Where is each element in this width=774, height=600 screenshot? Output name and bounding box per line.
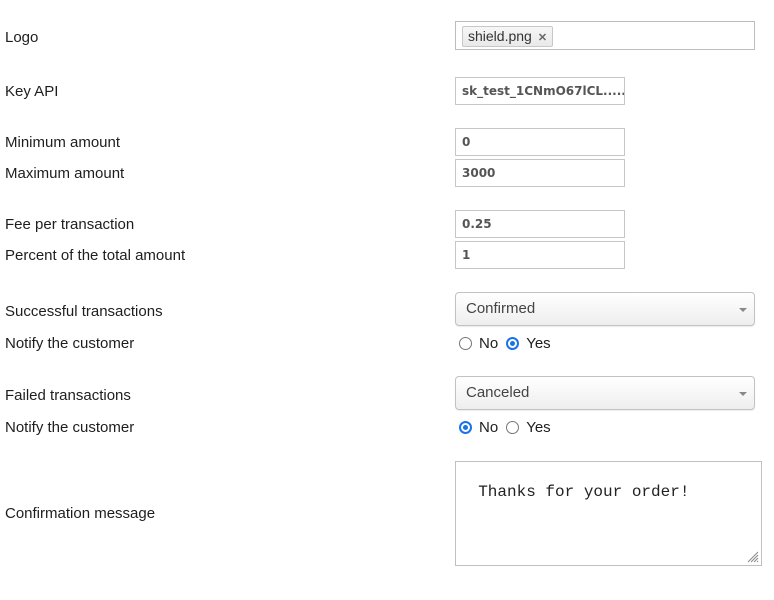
resize-grip-icon[interactable] xyxy=(747,551,759,563)
failed-transactions-value: Canceled xyxy=(466,384,530,401)
notify-success-no[interactable]: No xyxy=(459,335,498,352)
chevron-down-icon xyxy=(739,308,747,312)
successful-transactions-select[interactable]: Confirmed xyxy=(455,292,755,326)
key-api-label: Key API xyxy=(5,83,59,100)
radio-label: Yes xyxy=(526,334,551,352)
radio-label: Yes xyxy=(526,418,551,436)
confirmation-message-text: Thanks for your order! xyxy=(478,483,690,501)
logo-tag: shield.png ✕ xyxy=(462,26,554,47)
logo-label: Logo xyxy=(5,29,39,46)
failed-transactions-label: Failed transactions xyxy=(5,387,131,404)
logo-tags-input[interactable]: shield.png ✕ xyxy=(455,21,755,50)
radio-unchecked-icon[interactable] xyxy=(459,336,472,350)
minimum-amount-label: Minimum amount xyxy=(5,134,121,151)
chevron-down-icon xyxy=(739,392,747,396)
minimum-amount-input[interactable]: 0 xyxy=(455,128,625,156)
percent-total-label: Percent of the total amount xyxy=(5,247,186,264)
notify-success-label: Notify the customer xyxy=(5,335,135,352)
notify-failed-label: Notify the customer xyxy=(5,419,135,436)
logo-tag-name: shield.png xyxy=(468,28,532,44)
maximum-amount-input[interactable]: 3000 xyxy=(455,159,625,187)
fee-per-transaction-label: Fee per transaction xyxy=(5,216,135,233)
failed-transactions-select[interactable]: Canceled xyxy=(455,376,755,410)
maximum-amount-label: Maximum amount xyxy=(5,165,125,182)
radio-unchecked-icon[interactable] xyxy=(506,420,520,434)
percent-total-input[interactable]: 1 xyxy=(455,241,625,269)
fee-per-transaction-input[interactable]: 0.25 xyxy=(455,210,625,238)
notify-success-radio-group: No Yes xyxy=(459,333,559,353)
confirmation-message-label: Confirmation message xyxy=(5,505,156,522)
key-api-input[interactable]: sk_test_1CNmO67lCL..... xyxy=(455,77,625,105)
close-icon[interactable]: ✕ xyxy=(538,32,547,44)
radio-checked-icon[interactable] xyxy=(459,420,472,434)
notify-failed-yes[interactable]: Yes xyxy=(506,418,551,436)
radio-label: No xyxy=(479,418,499,436)
notify-failed-no[interactable]: No xyxy=(459,419,498,436)
notify-success-yes[interactable]: Yes xyxy=(506,334,551,352)
confirmation-message-textarea[interactable]: Thanks for your order! xyxy=(455,461,762,566)
successful-transactions-label: Successful transactions xyxy=(5,303,163,320)
notify-failed-radio-group: No Yes xyxy=(459,417,559,437)
radio-checked-icon[interactable] xyxy=(506,336,520,350)
successful-transactions-value: Confirmed xyxy=(466,300,536,317)
radio-label: No xyxy=(479,334,499,352)
